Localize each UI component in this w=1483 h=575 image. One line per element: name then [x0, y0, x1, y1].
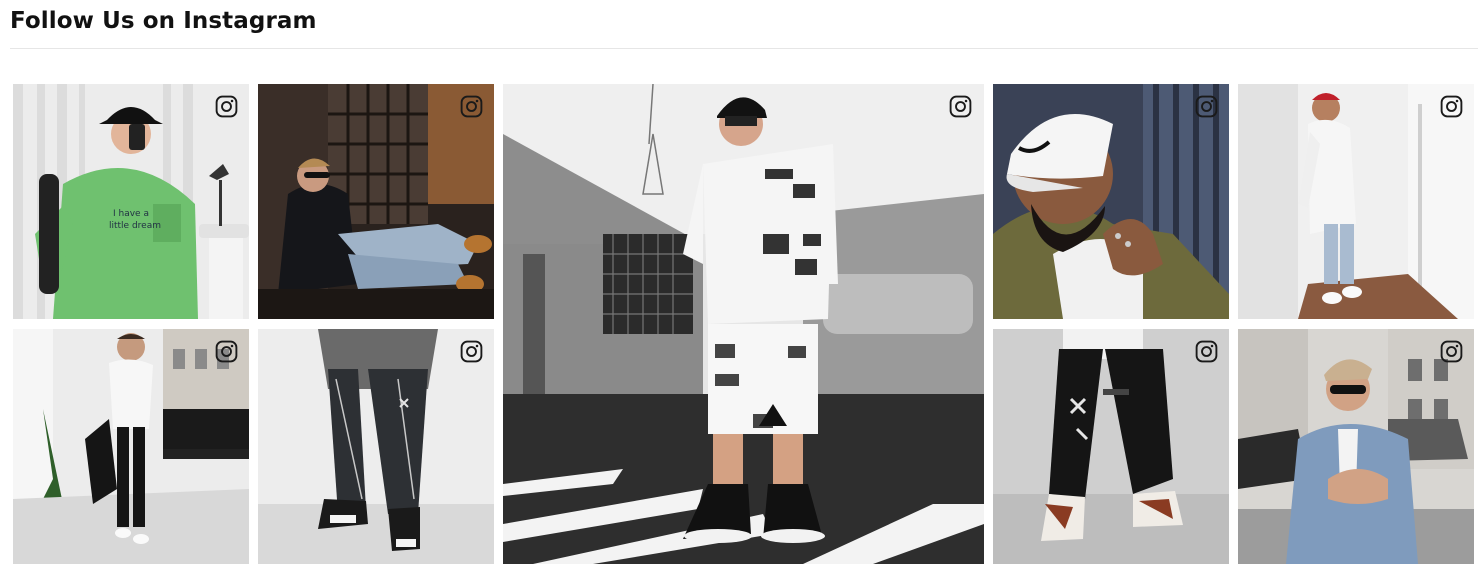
instagram-icon — [214, 94, 239, 119]
instagram-post-8[interactable] — [993, 329, 1229, 564]
instagram-icon — [214, 339, 239, 364]
instagram-icon — [1194, 339, 1219, 364]
instagram-icon — [459, 94, 484, 119]
svg-text:I have a: I have a — [113, 209, 149, 219]
instagram-icon — [948, 94, 973, 119]
instagram-post-2[interactable] — [258, 84, 494, 319]
title-divider — [10, 48, 1478, 49]
post-image — [993, 329, 1229, 564]
instagram-post-5[interactable] — [1238, 84, 1474, 319]
instagram-post-3[interactable] — [503, 84, 984, 564]
instagram-icon — [1439, 339, 1464, 364]
section-title: Follow Us on Instagram — [10, 8, 317, 34]
instagram-icon — [1439, 94, 1464, 119]
post-image — [993, 84, 1229, 319]
post-image — [258, 329, 494, 564]
post-image — [258, 84, 494, 319]
post-image — [13, 329, 249, 564]
post-image: I have a little dream — [13, 84, 249, 319]
svg-text:little dream: little dream — [109, 221, 161, 231]
instagram-icon — [459, 339, 484, 364]
instagram-icon — [1194, 94, 1219, 119]
instagram-post-9[interactable] — [1238, 329, 1474, 564]
post-image — [1238, 84, 1474, 319]
instagram-post-7[interactable] — [258, 329, 494, 564]
instagram-post-4[interactable] — [993, 84, 1229, 319]
post-image — [1238, 329, 1474, 564]
instagram-post-1[interactable]: I have a little dream — [13, 84, 249, 319]
instagram-post-6[interactable] — [13, 329, 249, 564]
post-image — [503, 84, 984, 564]
